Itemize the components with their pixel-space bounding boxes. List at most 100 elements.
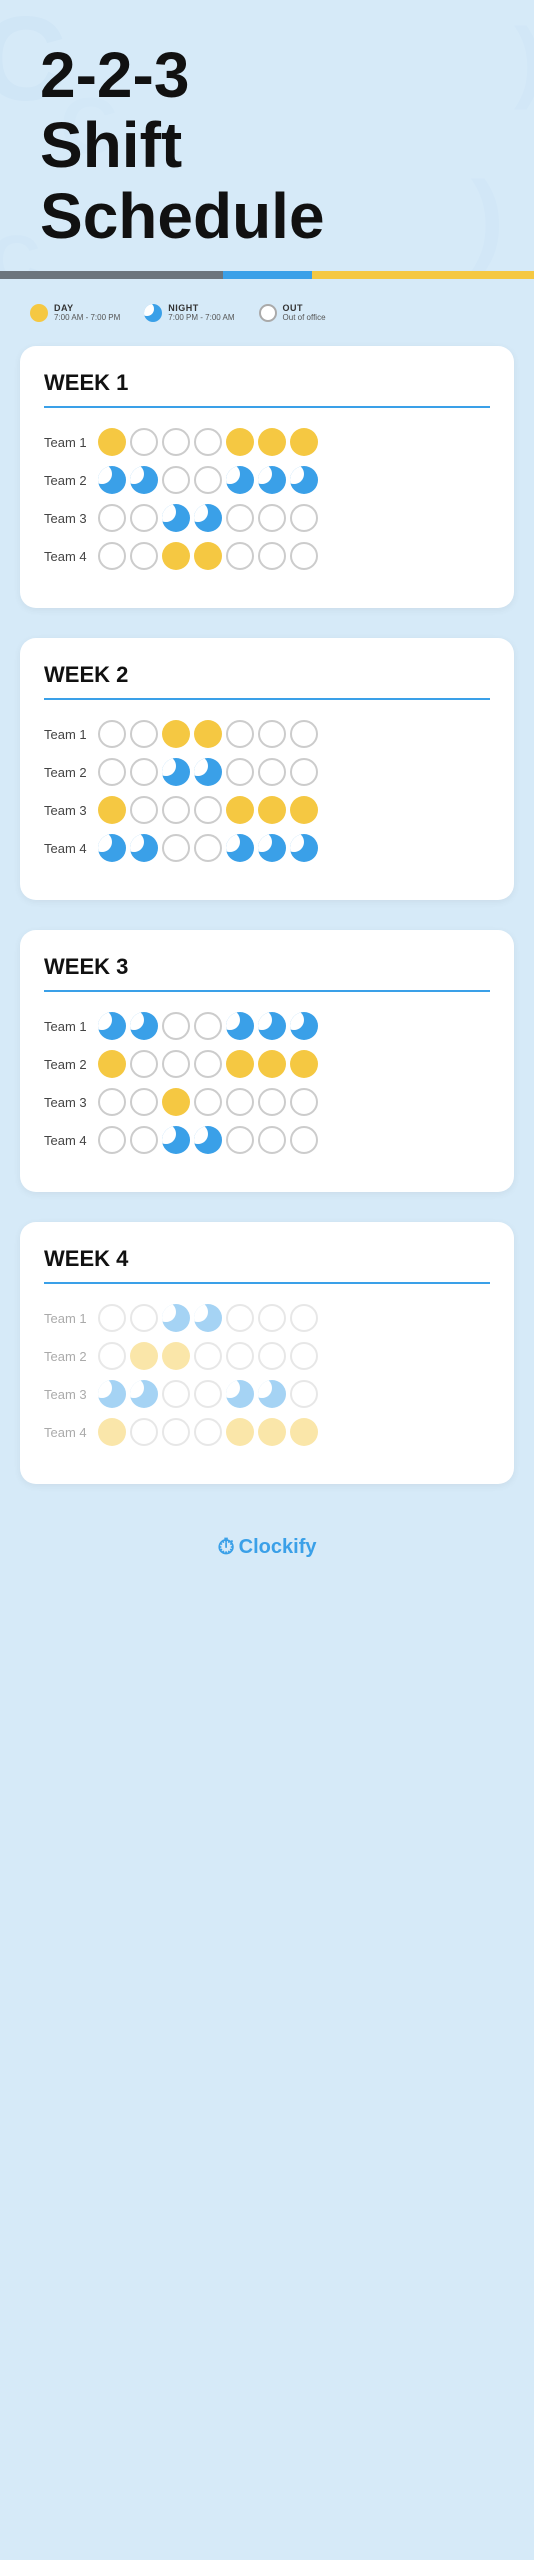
shift-circles <box>98 758 318 786</box>
shift-circle <box>194 466 222 494</box>
shift-circle <box>226 1342 254 1370</box>
team-name: Team 1 <box>44 1311 98 1326</box>
legend-day: DAY 7:00 AM - 7:00 PM <box>30 303 120 322</box>
team-row: Team 3 <box>44 796 490 824</box>
shift-circle <box>194 1012 222 1040</box>
shift-circle <box>258 1342 286 1370</box>
shift-circle <box>258 504 286 532</box>
shift-circle <box>226 466 254 494</box>
legend-out: OUT Out of office <box>259 303 326 322</box>
shift-circle <box>194 1342 222 1370</box>
shift-circle <box>194 1418 222 1446</box>
team-row: Team 2 <box>44 466 490 494</box>
shift-circles <box>98 466 318 494</box>
shift-circle <box>162 1304 190 1332</box>
shift-circle <box>98 1012 126 1040</box>
legend-night: NIGHT 7:00 PM - 7:00 AM <box>144 303 234 322</box>
shift-circle <box>130 1380 158 1408</box>
shift-circle <box>130 796 158 824</box>
shift-circle <box>98 1342 126 1370</box>
team-name: Team 4 <box>44 549 98 564</box>
shift-circles <box>98 428 318 456</box>
shift-circle <box>98 796 126 824</box>
shift-circle <box>290 1012 318 1040</box>
shift-circle <box>194 1088 222 1116</box>
shift-circle <box>290 1088 318 1116</box>
team-name: Team 1 <box>44 727 98 742</box>
shift-circle <box>258 1126 286 1154</box>
shift-circle <box>194 1050 222 1078</box>
weeks-container: WEEK 1Team 1Team 2Team 3Team 4WEEK 2Team… <box>0 346 534 1484</box>
page-title: 2-2-3 Shift Schedule <box>40 40 494 251</box>
shift-circle <box>226 504 254 532</box>
shift-circle <box>162 542 190 570</box>
legend-day-label: DAY <box>54 303 120 313</box>
shift-circle <box>290 1304 318 1332</box>
legend: DAY 7:00 AM - 7:00 PM NIGHT 7:00 PM - 7:… <box>0 279 534 346</box>
shift-circle <box>162 1418 190 1446</box>
shift-circle <box>130 428 158 456</box>
week-card-2: WEEK 2Team 1Team 2Team 3Team 4 <box>20 638 514 900</box>
footer-logo: ⏱ Clockify <box>20 1534 514 1560</box>
shift-circle <box>226 758 254 786</box>
shift-circles <box>98 1304 318 1332</box>
shift-circle <box>162 428 190 456</box>
header: C ) C ) C 2-2-3 Shift Schedule <box>0 0 534 271</box>
shift-circle <box>258 796 286 824</box>
shift-circle <box>258 720 286 748</box>
team-row: Team 4 <box>44 1126 490 1154</box>
shift-circle <box>194 1126 222 1154</box>
team-row: Team 1 <box>44 1304 490 1332</box>
footer: ⏱ Clockify <box>0 1514 534 1580</box>
shift-circles <box>98 1418 318 1446</box>
shift-circle <box>290 834 318 862</box>
shift-circle <box>226 1012 254 1040</box>
shift-circle <box>98 466 126 494</box>
shift-circle <box>226 1050 254 1078</box>
shift-circle <box>98 1380 126 1408</box>
team-name: Team 2 <box>44 1349 98 1364</box>
team-row: Team 3 <box>44 504 490 532</box>
team-name: Team 4 <box>44 1133 98 1148</box>
shift-circle <box>194 428 222 456</box>
shift-circle <box>130 834 158 862</box>
shift-circle <box>162 1126 190 1154</box>
shift-circles <box>98 542 318 570</box>
legend-out-desc: Out of office <box>283 313 326 322</box>
shift-circles <box>98 720 318 748</box>
footer-logo-text: Clockify <box>239 1536 317 1559</box>
shift-circle <box>226 1418 254 1446</box>
shift-circle <box>226 834 254 862</box>
legend-day-time: 7:00 AM - 7:00 PM <box>54 313 120 322</box>
shift-circles <box>98 504 318 532</box>
shift-circle <box>194 542 222 570</box>
shift-circle <box>290 720 318 748</box>
shift-circle <box>290 1418 318 1446</box>
shift-circles <box>98 1342 318 1370</box>
shift-circle <box>98 1304 126 1332</box>
team-row: Team 1 <box>44 1012 490 1040</box>
legend-night-time: 7:00 PM - 7:00 AM <box>168 313 234 322</box>
color-bar-yellow <box>312 271 534 279</box>
shift-circle <box>98 504 126 532</box>
shift-circle <box>162 720 190 748</box>
shift-circle <box>130 504 158 532</box>
shift-circle <box>194 720 222 748</box>
shift-circle <box>162 1380 190 1408</box>
shift-circle <box>194 1380 222 1408</box>
shift-circle <box>130 1012 158 1040</box>
shift-circle <box>258 1304 286 1332</box>
shift-circle <box>162 1088 190 1116</box>
legend-out-label: OUT <box>283 303 326 313</box>
shift-circle <box>162 1050 190 1078</box>
shift-circle <box>194 504 222 532</box>
shift-circle <box>226 1126 254 1154</box>
shift-circle <box>162 796 190 824</box>
clockify-icon: ⏱ <box>218 1534 235 1560</box>
week-card-4: WEEK 4Team 1Team 2Team 3Team 4 <box>20 1222 514 1484</box>
shift-circle <box>258 834 286 862</box>
shift-circles <box>98 1050 318 1078</box>
team-name: Team 3 <box>44 1387 98 1402</box>
shift-circle <box>194 796 222 824</box>
shift-circles <box>98 1012 318 1040</box>
